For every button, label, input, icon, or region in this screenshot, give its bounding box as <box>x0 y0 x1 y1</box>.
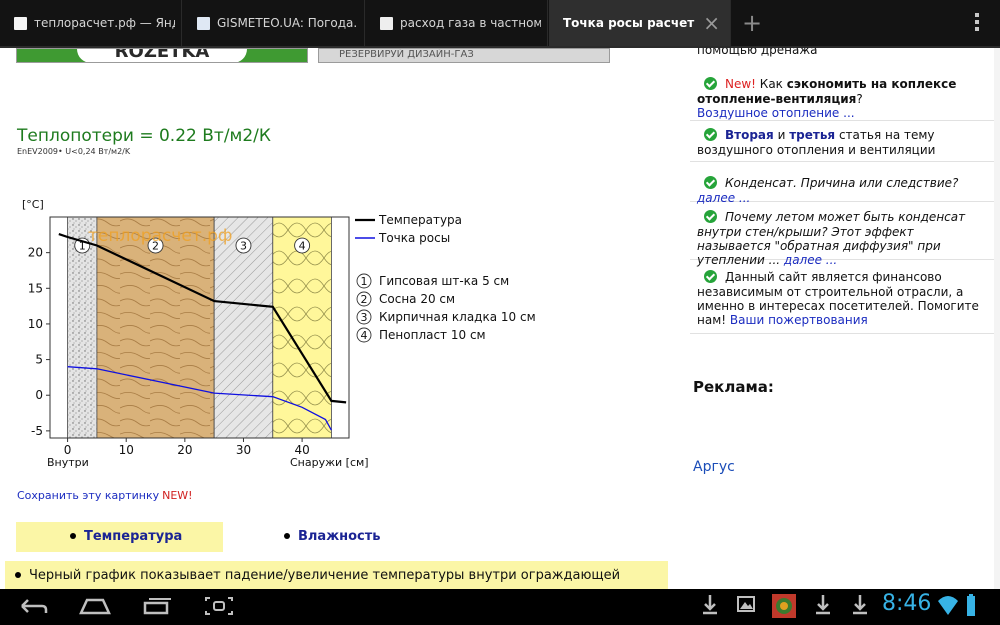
legend-layer-label: Гипсовая шт-ка 5 см <box>379 274 509 288</box>
sidebar-item-economy[interactable]: New! Как сэкономить на коплексе отоплени… <box>690 65 994 121</box>
legend-label: Температура <box>378 213 462 227</box>
y-tick-label: 0 <box>35 388 43 402</box>
tab-dew-point[interactable]: Точка росы расчет × <box>549 0 731 46</box>
check-icon <box>704 176 717 189</box>
third-article-link[interactable]: третья <box>789 128 835 142</box>
more-link[interactable]: далее ... <box>697 191 750 205</box>
x-tick-label: 0 <box>64 443 72 457</box>
page-favicon-icon <box>14 17 27 30</box>
rozetka-banner[interactable]: ROZETKA <box>16 48 308 63</box>
banner-text: РЕЗЕРВИРУЙ ДИЗАЙН-ГАЗ <box>339 49 474 60</box>
legend-layer-number: 2 <box>361 293 368 306</box>
tab-title: GISMETEO.UA: Погода... <box>217 16 358 30</box>
screenshot-icon[interactable] <box>202 589 236 625</box>
sidebar-item-condensate[interactable]: Конденсат. Причина или следствие? далее … <box>690 166 994 205</box>
legend-layer-number: 3 <box>361 311 368 324</box>
y-tick-label: 15 <box>28 281 43 295</box>
x-tick-label: 10 <box>119 443 134 457</box>
check-icon <box>704 128 717 141</box>
legend-layer-number: 4 <box>361 329 368 342</box>
new-tab-icon[interactable]: + <box>736 0 768 46</box>
x-axis-label-outside: Снаружи [см] <box>290 456 369 469</box>
sidebar-text: ? <box>856 92 863 106</box>
sidebar-item-articles[interactable]: Вторая и третья статья на тему воздушног… <box>690 122 994 162</box>
check-icon <box>704 210 717 223</box>
y-tick-label: 20 <box>28 246 43 260</box>
heat-loss-title: Теплопотери = 0.22 Вт/м2/К <box>17 126 271 146</box>
download-icon[interactable] <box>850 589 870 625</box>
chart-note-text: Черный график показывает падение/увеличе… <box>29 568 621 583</box>
sidebar-text: Как <box>755 77 787 91</box>
gallery-icon[interactable] <box>736 589 756 625</box>
y-tick-label: -5 <box>31 424 43 438</box>
chart-note: Черный график показывает падение/увеличе… <box>5 561 668 589</box>
y-tick-label: 10 <box>28 317 43 331</box>
gismeteo-favicon-icon <box>197 17 210 30</box>
page-scroll-edge <box>994 48 1000 589</box>
save-picture-link[interactable]: Сохранить эту картинку NEW! <box>17 489 193 502</box>
sidebar-item-donate[interactable]: Данный сайт является финансово независим… <box>690 264 994 334</box>
sidebar-top-text: помощью дренажа <box>697 48 818 57</box>
x-tick-label: 30 <box>236 443 251 457</box>
layer-number-label: 3 <box>240 240 247 253</box>
download-icon[interactable] <box>700 589 720 625</box>
air-heating-link[interactable]: Воздушное отопление ... <box>697 106 855 120</box>
y-axis-label: [°C] <box>22 198 44 211</box>
check-icon <box>704 77 717 90</box>
save-picture-label: Сохранить эту картинку <box>17 489 160 502</box>
heat-loss-subtitle: EnEV2009• U<0,24 Вт/м2/K <box>17 147 131 156</box>
ad-banner[interactable]: РЕЗЕРВИРУЙ ДИЗАЙН-ГАЗ <box>318 48 610 63</box>
ads-title: Реклама: <box>693 378 774 396</box>
download-icon[interactable] <box>813 589 833 625</box>
x-axis-label-inside: Внутри <box>47 456 89 469</box>
system-bar: 8:46 <box>0 589 1000 625</box>
legend-layer-number: 1 <box>361 275 368 288</box>
legend-layer-label: Пенопласт 10 см <box>379 328 486 342</box>
tab-humidity-label: Влажность <box>298 529 381 544</box>
second-article-link[interactable]: Вторая <box>725 128 774 142</box>
temperature-chart[interactable]: 1 2 3 4 теплорасчет.рф -5 0 5 10 15 20 0 10 20 30 40 [°… <box>0 188 560 473</box>
browser-tab-bar: теплорасчет.рф — Янде... GISMETEO.UA: По… <box>0 0 1000 48</box>
layer-number-label: 4 <box>299 240 306 253</box>
clock: 8:46 <box>882 591 932 616</box>
new-label: New! <box>725 77 756 91</box>
tab-temperature[interactable]: Температура <box>16 522 223 552</box>
x-tick-label: 20 <box>177 443 192 457</box>
ads-link[interactable]: Аргус <box>693 459 735 475</box>
app-notification-icon[interactable] <box>770 589 798 625</box>
donate-link[interactable]: Ваши пожертвования <box>730 313 868 327</box>
tab-gismeteo[interactable]: GISMETEO.UA: Погода... <box>183 0 365 46</box>
wifi-icon[interactable] <box>936 589 960 625</box>
bullet-icon <box>70 532 76 539</box>
check-icon <box>704 270 717 283</box>
tab-title: теплорасчет.рф — Янде... <box>34 16 175 30</box>
bullet-icon <box>284 532 290 539</box>
tab-humidity[interactable]: Влажность <box>230 522 437 552</box>
page-favicon-icon <box>380 17 393 30</box>
tab-teplorasschet[interactable]: теплорасчет.рф — Янде... <box>0 0 182 46</box>
bullet-icon <box>15 571 21 578</box>
tab-gas-consumption[interactable]: расход газа в частном... <box>366 0 548 46</box>
battery-icon[interactable] <box>964 589 978 625</box>
banner-logo-text: ROZETKA <box>77 49 247 62</box>
legend-layer-label: Сосна 20 см <box>379 292 455 306</box>
recent-apps-icon[interactable] <box>141 589 175 625</box>
sidebar-item-summer[interactable]: Почему летом может быть конденсат внутри… <box>690 204 994 267</box>
y-tick-label: 5 <box>35 353 43 367</box>
menu-overflow-icon[interactable] <box>968 10 986 36</box>
chart-watermark: теплорасчет.рф <box>88 226 232 246</box>
tab-title: Точка росы расчет <box>563 16 695 30</box>
sidebar-text: Конденсат. Причина или следствие? <box>725 176 959 190</box>
web-page: ROZETKA РЕЗЕРВИРУЙ ДИЗАЙН-ГАЗ Теплопотер… <box>0 48 1000 589</box>
home-icon[interactable] <box>78 589 112 625</box>
tab-temperature-label: Температура <box>84 529 183 544</box>
tab-title: расход газа в частном... <box>400 16 541 30</box>
sidebar-text: и <box>773 128 790 142</box>
legend-layer-label: Кирпичная кладка 10 см <box>379 310 536 324</box>
back-icon[interactable] <box>16 589 50 625</box>
new-badge: NEW! <box>162 489 193 502</box>
legend-label: Точка росы <box>378 231 450 245</box>
close-tab-icon[interactable]: × <box>703 0 720 46</box>
x-tick-label: 40 <box>294 443 309 457</box>
